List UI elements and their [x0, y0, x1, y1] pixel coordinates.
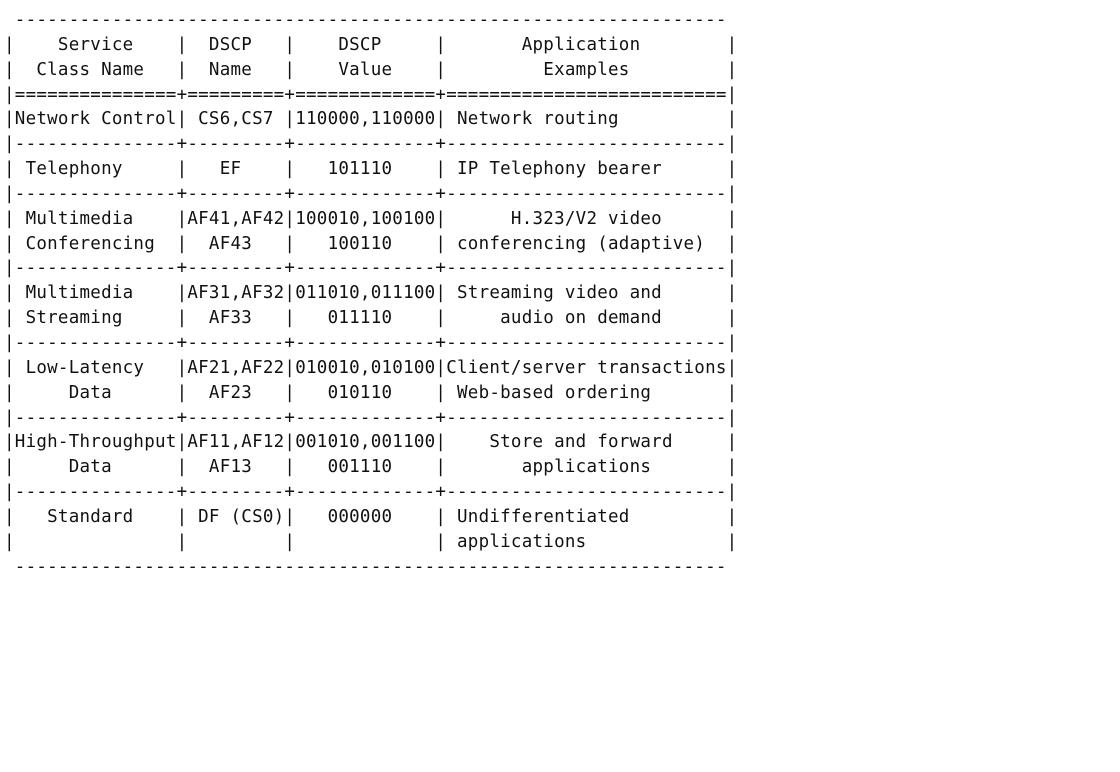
dscp-service-class-table: ----------------------------------------…	[0, 0, 1120, 579]
